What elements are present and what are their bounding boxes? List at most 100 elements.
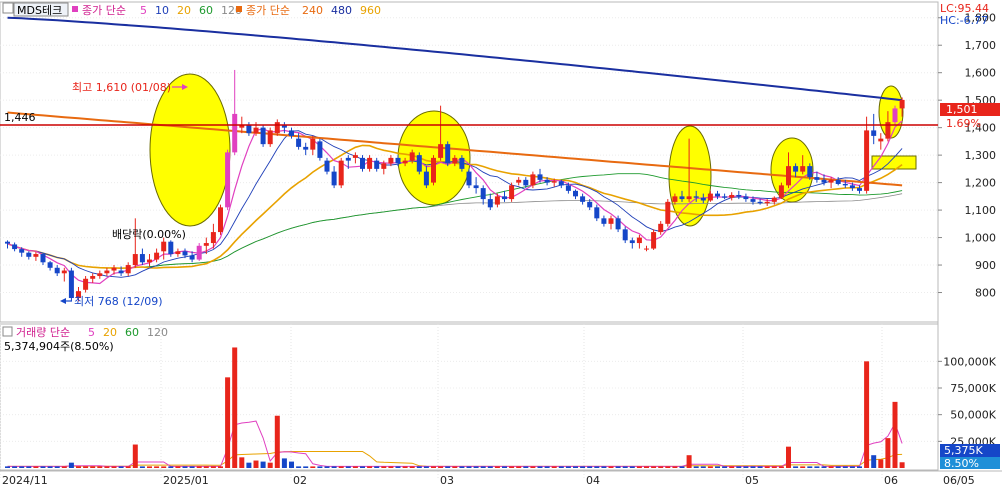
candle[interactable] (771, 197, 777, 202)
candle[interactable] (139, 254, 145, 263)
volume-bar[interactable] (892, 401, 898, 468)
candle[interactable] (509, 185, 515, 200)
candle[interactable] (125, 265, 131, 274)
volume-bar[interactable] (218, 466, 223, 468)
volume-bar[interactable] (487, 466, 493, 468)
volume-bar[interactable] (693, 466, 699, 468)
candle[interactable] (715, 193, 720, 197)
candle[interactable] (473, 185, 479, 189)
candle[interactable] (310, 138, 316, 150)
candle[interactable] (104, 270, 110, 274)
candle[interactable] (5, 241, 10, 244)
volume-bar[interactable] (12, 466, 18, 468)
candle[interactable] (644, 248, 649, 250)
volume-bar[interactable] (54, 466, 60, 468)
volume-bar[interactable] (239, 457, 245, 468)
candle[interactable] (161, 241, 167, 252)
volume-bar[interactable] (494, 466, 500, 468)
candle[interactable] (232, 113, 238, 153)
candle[interactable] (423, 171, 429, 186)
candle[interactable] (168, 241, 174, 255)
volume-bar[interactable] (196, 466, 202, 468)
volume-bar[interactable] (445, 466, 451, 468)
volume-legend-checkbox[interactable] (2, 326, 13, 337)
volume-bar[interactable] (111, 466, 117, 468)
volume-bar[interactable] (771, 466, 777, 468)
volume-bar[interactable] (438, 466, 444, 468)
volume-bar[interactable] (388, 466, 394, 468)
candle[interactable] (807, 166, 813, 178)
volume-bar[interactable] (729, 466, 735, 468)
candle[interactable] (601, 218, 607, 224)
candle[interactable] (658, 223, 664, 233)
volume-bar[interactable] (97, 466, 103, 468)
candle[interactable] (438, 144, 444, 158)
candle[interactable] (700, 197, 706, 201)
candle[interactable] (54, 267, 60, 274)
candle[interactable] (864, 130, 870, 191)
candle[interactable] (849, 185, 855, 189)
volume-bar[interactable] (189, 466, 195, 468)
volume-bar[interactable] (33, 466, 39, 468)
volume-bar[interactable] (459, 466, 465, 468)
candle[interactable] (842, 183, 848, 186)
candle[interactable] (324, 160, 330, 172)
volume-bar[interactable] (530, 466, 536, 468)
volume-bar[interactable] (345, 466, 351, 468)
candle[interactable] (33, 254, 39, 257)
volume-bar[interactable] (466, 466, 472, 468)
candle[interactable] (303, 146, 309, 150)
volume-bar[interactable] (367, 466, 373, 468)
candle[interactable] (736, 194, 742, 197)
volume-bar[interactable] (225, 377, 231, 468)
candle[interactable] (573, 190, 578, 197)
volume-bar[interactable] (395, 466, 401, 468)
candle[interactable] (722, 196, 728, 198)
candle[interactable] (111, 267, 117, 271)
volume-bar[interactable] (19, 466, 25, 468)
candle[interactable] (196, 245, 202, 260)
candle[interactable] (530, 174, 536, 186)
volume-bar[interactable] (828, 466, 834, 468)
volume-bar[interactable] (260, 461, 266, 468)
candle[interactable] (402, 160, 408, 164)
volume-bar[interactable] (651, 466, 657, 468)
candle[interactable] (857, 188, 862, 191)
candle[interactable] (367, 157, 373, 169)
candle[interactable] (523, 179, 529, 186)
volume-bar[interactable] (104, 466, 110, 468)
volume-bar[interactable] (707, 466, 713, 468)
volume-bar[interactable] (565, 466, 571, 468)
candle[interactable] (565, 185, 571, 191)
volume-bar[interactable] (629, 466, 635, 468)
candle[interactable] (331, 171, 337, 186)
candle[interactable] (892, 108, 898, 123)
volume-bar[interactable] (636, 466, 642, 468)
candle[interactable] (189, 255, 195, 260)
candle[interactable] (786, 166, 791, 186)
candle[interactable] (871, 130, 877, 136)
volume-bar[interactable] (374, 466, 380, 468)
candle[interactable] (494, 196, 500, 205)
volume-bar[interactable] (47, 466, 53, 468)
candle[interactable] (672, 196, 678, 202)
candle[interactable] (679, 196, 685, 200)
volume-bar[interactable] (864, 361, 870, 468)
candle[interactable] (452, 157, 458, 164)
candle[interactable] (502, 196, 507, 200)
volume-bar[interactable] (835, 466, 841, 468)
candle[interactable] (800, 166, 806, 172)
volume-bar[interactable] (778, 466, 784, 468)
candle[interactable] (729, 194, 735, 198)
candle[interactable] (466, 171, 472, 186)
candle[interactable] (40, 254, 46, 263)
volume-bar[interactable] (203, 466, 209, 468)
candle[interactable] (828, 179, 834, 183)
volume-bar[interactable] (786, 446, 791, 468)
volume-bar[interactable] (587, 466, 593, 468)
volume-bar[interactable] (700, 466, 706, 468)
candle[interactable] (814, 177, 820, 180)
volume-bar[interactable] (608, 466, 614, 468)
volume-bar[interactable] (423, 466, 429, 468)
candle[interactable] (182, 251, 188, 256)
